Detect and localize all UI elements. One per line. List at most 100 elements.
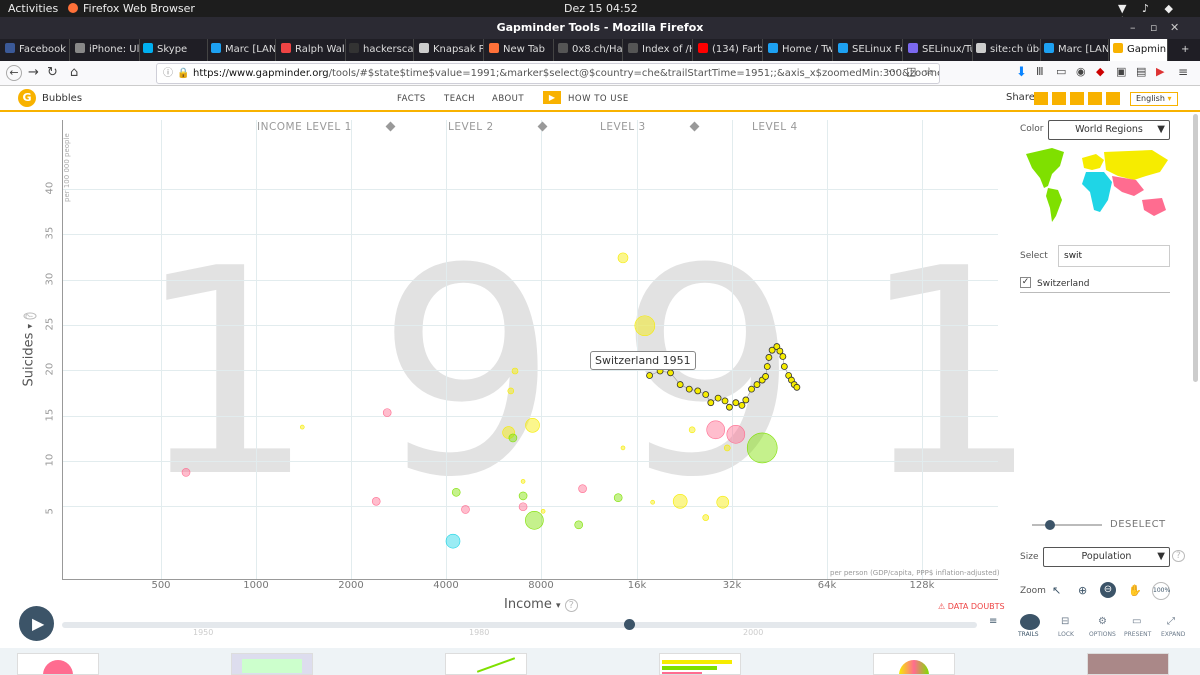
size-info-icon[interactable]: ?: [1172, 550, 1185, 562]
selected-country-label[interactable]: Switzerland: [1037, 279, 1090, 289]
switzerland-trail-bubble[interactable]: [726, 403, 733, 411]
nav-teach[interactable]: TEACH: [444, 94, 475, 104]
country-bubble[interactable]: [518, 502, 528, 512]
zoom-reset-button[interactable]: 100%: [1152, 582, 1170, 600]
country-bubble[interactable]: [507, 387, 515, 395]
country-bubble[interactable]: [574, 520, 584, 530]
switzerland-trail-bubble[interactable]: [702, 391, 710, 398]
timeline-speed-icon[interactable]: ≡: [989, 616, 997, 627]
options-button[interactable]: OPTIONS: [1089, 631, 1116, 638]
switzerland-trail-bubble[interactable]: [765, 354, 773, 361]
tab-17[interactable]: Gapmin: [1110, 39, 1168, 61]
tab-7[interactable]: Knapsak P: [416, 39, 484, 61]
switzerland-trail-bubble[interactable]: [779, 353, 787, 360]
present-button[interactable]: PRESENT: [1124, 631, 1151, 638]
country-bubble[interactable]: [613, 493, 623, 503]
opacity-slider-handle[interactable]: [1045, 520, 1055, 530]
play-button[interactable]: ▶: [19, 606, 54, 641]
switzerland-trail-bubble[interactable]: [753, 381, 761, 388]
tab-8[interactable]: New Tab: [486, 39, 554, 61]
activities-button[interactable]: Activities: [8, 2, 58, 15]
tool-thumbnail-mountain[interactable]: [17, 653, 99, 675]
tab-15[interactable]: site:ch übe: [973, 39, 1041, 61]
tab-16[interactable]: Marc [LAN: [1041, 39, 1109, 61]
pointer-icon[interactable]: ↖: [1052, 584, 1061, 597]
tab-10[interactable]: Index of /Hac: [625, 39, 693, 61]
tab-5[interactable]: Ralph Wal: [278, 39, 346, 61]
country-bubble[interactable]: [511, 367, 519, 375]
map-region-americas-south[interactable]: [1046, 188, 1062, 222]
tab-2[interactable]: iPhone: Ul: [72, 39, 140, 61]
country-bubble[interactable]: [451, 487, 461, 497]
map-region-africa[interactable]: [1082, 172, 1112, 212]
map-region-oceania[interactable]: [1142, 198, 1166, 216]
tab-1[interactable]: Facebook: [2, 39, 70, 61]
extension-icon[interactable]: ▣: [1116, 65, 1126, 78]
tool-thumbnail-dollar-street[interactable]: [1087, 653, 1169, 675]
country-bubble[interactable]: [706, 420, 726, 440]
size-select[interactable]: Population ▼: [1043, 547, 1170, 567]
clock[interactable]: Dez 15 04:52: [564, 2, 638, 15]
close-icon[interactable]: ✕: [1170, 17, 1179, 39]
map-region-europe[interactable]: [1082, 154, 1104, 170]
present-icon[interactable]: ▭: [1132, 616, 1141, 627]
switzerland-trail-bubble[interactable]: [763, 363, 771, 370]
switzerland-trail-bubble[interactable]: [780, 363, 788, 370]
extension2-icon[interactable]: ▤: [1136, 65, 1146, 78]
country-bubble[interactable]: [525, 417, 540, 433]
country-bubble[interactable]: [634, 315, 656, 337]
tab-13[interactable]: SELinux Fo: [835, 39, 903, 61]
world-regions-map[interactable]: [1022, 146, 1172, 224]
switzerland-trail-bubble[interactable]: [707, 399, 715, 407]
country-bubble[interactable]: [382, 408, 392, 417]
language-select[interactable]: English ▾: [1130, 92, 1178, 106]
share-link-icon[interactable]: [1088, 92, 1102, 105]
map-region-asia[interactable]: [1104, 150, 1168, 180]
share-facebook-icon[interactable]: [1070, 92, 1084, 105]
switzerland-trail-bubble[interactable]: [676, 381, 684, 388]
switzerland-trail-bubble[interactable]: [685, 385, 693, 393]
country-bubble[interactable]: [461, 505, 470, 514]
switzerland-trail-bubble[interactable]: [694, 387, 702, 395]
zoom-in-icon[interactable]: ⊕: [1078, 584, 1087, 597]
nav-about[interactable]: ABOUT: [492, 94, 524, 104]
tab-11[interactable]: (134) Farb: [695, 39, 763, 61]
country-checkbox[interactable]: ✓: [1020, 277, 1031, 288]
deselect-button[interactable]: DESELECT: [1110, 519, 1166, 530]
switzerland-trail-bubble[interactable]: [776, 347, 784, 355]
extension3-icon[interactable]: ▶: [1156, 65, 1164, 78]
home-icon[interactable]: ⌂: [70, 65, 78, 80]
new-tab-button[interactable]: +: [1178, 39, 1198, 61]
expand-icon[interactable]: ⤢: [1167, 616, 1175, 627]
country-bubble[interactable]: [650, 499, 655, 505]
map-region-east-asia[interactable]: [1112, 176, 1144, 196]
country-bubble[interactable]: [620, 445, 626, 451]
nav-how-to-use[interactable]: HOW TO USE: [568, 94, 629, 104]
bookmark-star-icon[interactable]: ☆: [924, 65, 934, 78]
switzerland-trail-bubble[interactable]: [732, 399, 740, 407]
country-bubble[interactable]: [726, 425, 746, 444]
trails-icon[interactable]: [1020, 614, 1040, 630]
country-bubble[interactable]: [445, 533, 461, 549]
timeline-handle[interactable]: [624, 619, 635, 630]
country-bubble[interactable]: [746, 432, 778, 464]
tool-name[interactable]: Bubbles: [42, 93, 82, 104]
page-actions-icon[interactable]: ···: [888, 65, 899, 78]
country-bubble[interactable]: [723, 444, 731, 452]
hand-icon[interactable]: ✋: [1128, 584, 1142, 597]
back-icon[interactable]: ←: [6, 65, 22, 81]
country-bubble[interactable]: [716, 495, 730, 509]
play-video-icon[interactable]: ▶: [543, 91, 561, 104]
expand-button[interactable]: EXPAND: [1161, 631, 1185, 638]
country-bubble[interactable]: [518, 491, 528, 501]
sidebar-icon[interactable]: ▭: [1056, 65, 1066, 78]
country-bubble[interactable]: [299, 424, 305, 430]
tab-9[interactable]: 0x8.ch/Hacke: [555, 39, 623, 61]
switzerland-trail-bubble[interactable]: [667, 369, 674, 377]
switzerland-trail-bubble[interactable]: [738, 401, 746, 409]
pocket-icon[interactable]: ◫: [906, 65, 916, 78]
country-bubble[interactable]: [672, 494, 688, 509]
share-mail-icon[interactable]: [1034, 92, 1048, 105]
share-twitter-icon[interactable]: [1052, 92, 1066, 105]
color-select[interactable]: World Regions ▼: [1048, 120, 1170, 140]
